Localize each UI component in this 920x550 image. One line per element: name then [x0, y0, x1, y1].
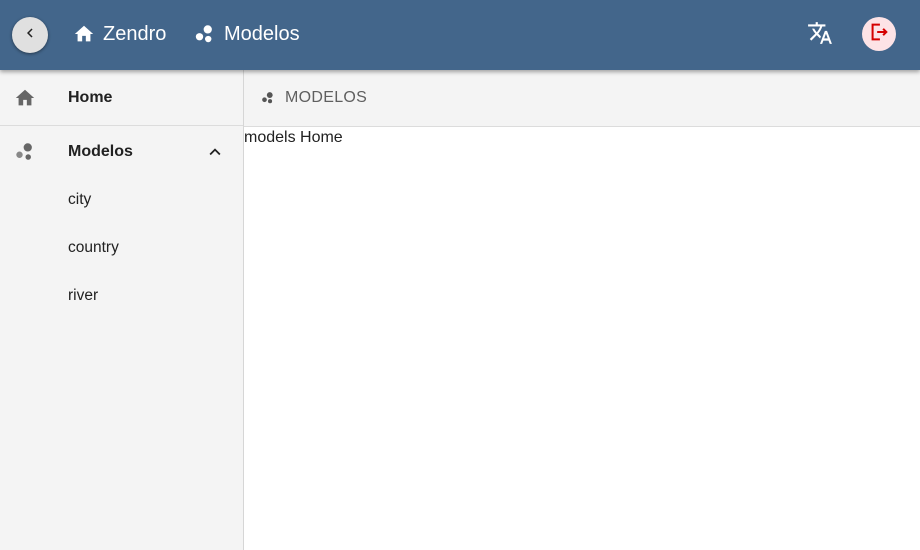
section-toolbar: MODELOS [244, 70, 920, 127]
chevron-left-icon [21, 24, 39, 47]
sidebar-item-models[interactable]: Modelos [0, 128, 243, 176]
sidebar-item-label: Modelos [68, 143, 133, 160]
home-icon [14, 87, 36, 109]
sidebar-model-city[interactable]: city [0, 176, 243, 224]
chevron-up-icon[interactable] [204, 141, 226, 163]
sidebar: Home Modelos city country river [0, 70, 244, 550]
sidebar-model-country[interactable]: country [0, 224, 243, 272]
section-title: MODELOS [285, 89, 368, 106]
logout-icon [868, 21, 890, 48]
models-breadcrumb[interactable]: Modelos [194, 20, 300, 48]
bubbles-icon [14, 141, 36, 163]
translate-button[interactable] [803, 18, 837, 52]
collapse-drawer-button[interactable] [12, 17, 48, 53]
translate-icon [807, 20, 833, 51]
sidebar-item-label: Home [68, 88, 113, 106]
sidebar-item-home[interactable]: Home [0, 70, 243, 126]
models-breadcrumb-label: Modelos [224, 22, 300, 45]
models-section-link[interactable]: MODELOS [261, 89, 367, 107]
logout-button[interactable] [862, 17, 896, 51]
home-breadcrumb-label: Zendro [103, 22, 167, 45]
bubbles-icon [194, 23, 216, 45]
home-breadcrumb[interactable]: Zendro [73, 20, 166, 48]
main-content-text: models Home [244, 129, 343, 146]
bubbles-icon [261, 91, 275, 105]
home-icon [73, 23, 95, 45]
sidebar-model-river[interactable]: river [0, 272, 243, 320]
app-bar: Zendro Modelos [0, 0, 920, 70]
